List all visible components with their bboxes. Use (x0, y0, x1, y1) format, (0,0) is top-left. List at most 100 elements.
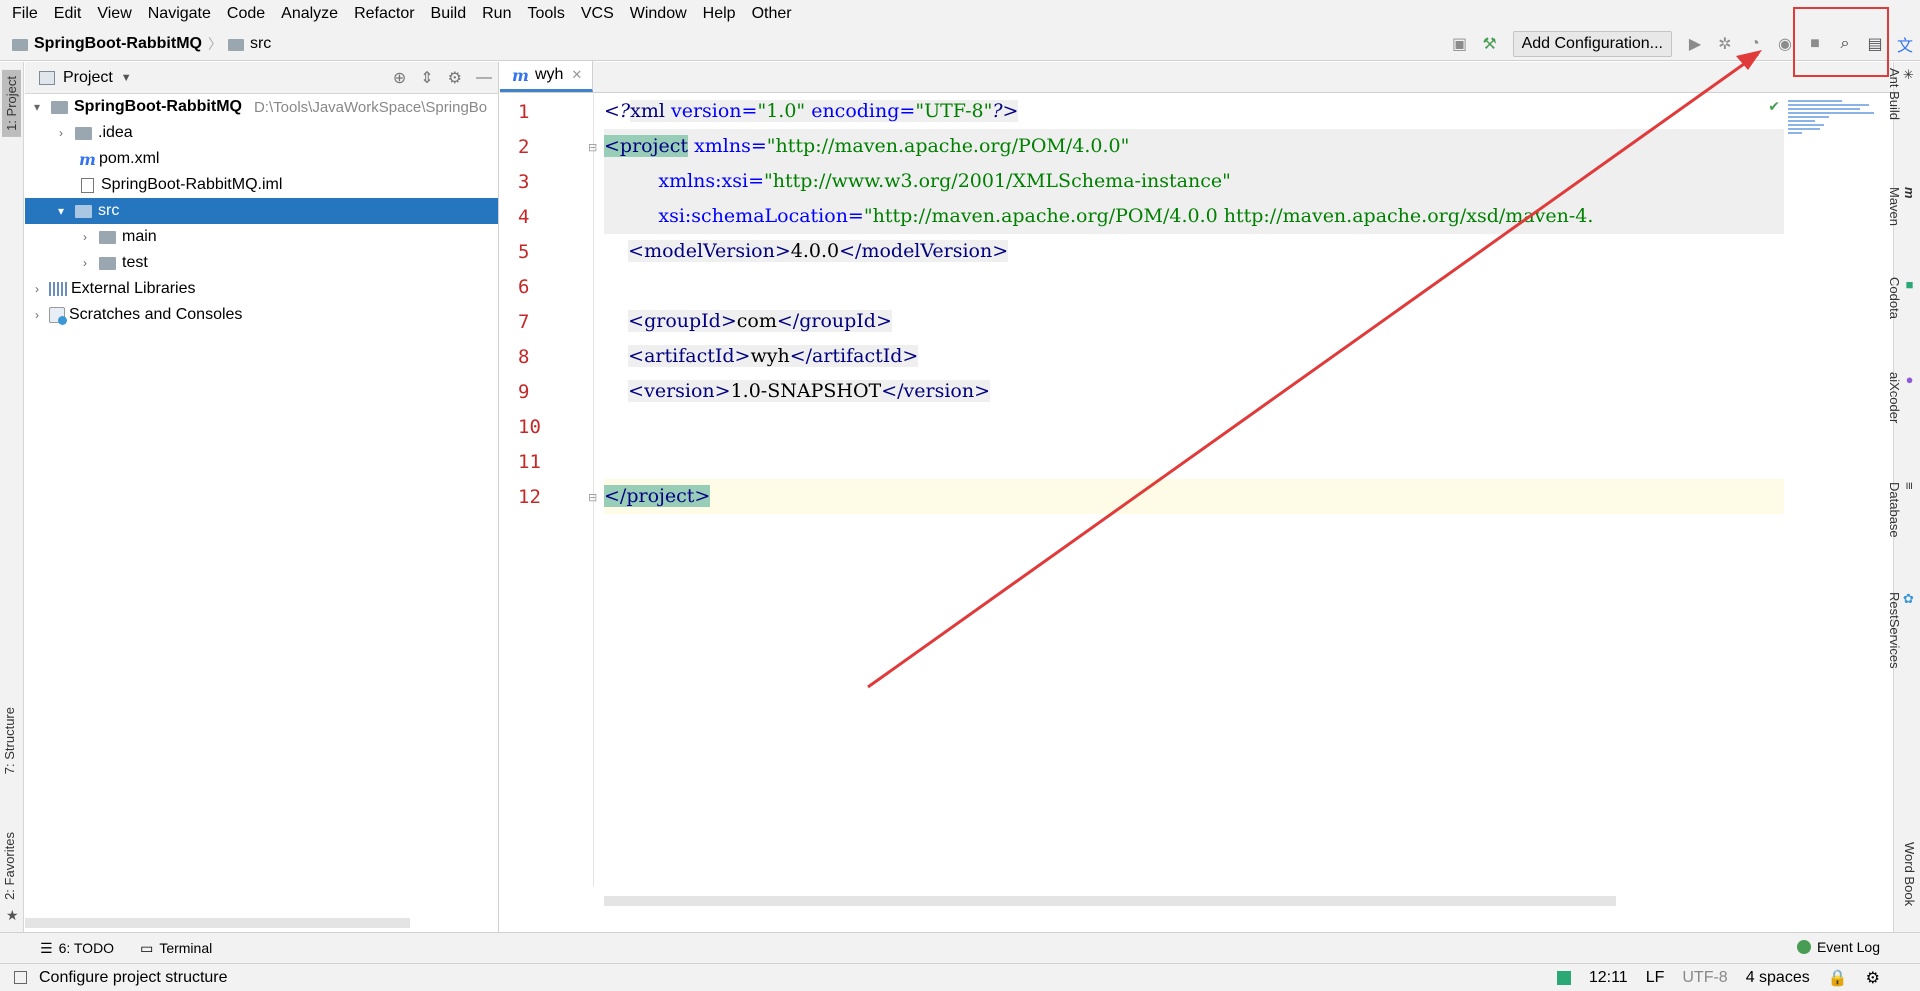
tree-item-scratches[interactable]: › Scratches and Consoles (25, 302, 498, 328)
tree-item-src[interactable]: ▾ src (25, 198, 498, 224)
menu-view[interactable]: View (89, 0, 139, 27)
codota-status-icon[interactable] (1556, 971, 1571, 985)
tab-codota[interactable]: ■ Codota (1887, 277, 1917, 319)
caret-position[interactable]: 12:11 (1589, 969, 1628, 987)
menu-code[interactable]: Code (219, 0, 273, 27)
menu-analyze[interactable]: Analyze (273, 0, 346, 27)
tree-item-label: External Libraries (71, 280, 196, 297)
translate-icon[interactable]: 文 (1890, 29, 1920, 59)
menu-help[interactable]: Help (695, 0, 744, 27)
tab-aixcoder[interactable]: ● aiXcoder (1887, 372, 1917, 423)
project-horizontal-scrollbar[interactable] (25, 918, 410, 928)
code-line-1: <?xml version="1.0" encoding="UTF-8"?> (604, 100, 1019, 122)
line-number: 8 (518, 346, 530, 368)
menu-refactor[interactable]: Refactor (346, 0, 422, 27)
menu-vcs[interactable]: VCS (573, 0, 622, 27)
line-number: 10 (518, 416, 541, 438)
tree-item-test[interactable]: › test (25, 250, 498, 276)
code-line-12: </project> (604, 479, 1784, 514)
menu-build[interactable]: Build (423, 0, 475, 27)
close-icon[interactable]: ✕ (571, 67, 582, 83)
menu-other[interactable]: Other (744, 0, 800, 27)
coverage-icon[interactable]: ◔ (1740, 29, 1770, 59)
tool-windows-toggle-icon[interactable] (14, 971, 27, 984)
line-separator[interactable]: LF (1646, 969, 1665, 987)
line-number: 11 (518, 451, 541, 473)
project-panel-title[interactable]: Project (63, 69, 113, 87)
run-icon[interactable]: ▶ (1680, 29, 1710, 59)
gear-icon[interactable]: ⚙ (448, 68, 462, 88)
chevron-right-icon[interactable]: › (29, 282, 45, 296)
chevron-right-icon[interactable]: › (77, 256, 93, 270)
event-log-tab[interactable]: Event Log (1796, 939, 1880, 955)
tree-item-label: .idea (98, 124, 133, 141)
add-configuration-button[interactable]: Add Configuration... (1512, 31, 1672, 57)
run-window-icon[interactable]: ▣ (1445, 29, 1475, 59)
maven-icon: m (1902, 187, 1917, 199)
menu-file[interactable]: File (4, 0, 46, 27)
folder-icon (99, 256, 116, 270)
line-number: 9 (518, 381, 530, 403)
fold-marker-icon[interactable]: ⊟ (588, 491, 597, 504)
breadcrumb-project[interactable]: SpringBoot-RabbitMQ (34, 35, 202, 53)
hide-icon[interactable]: — (476, 69, 492, 87)
tab-database[interactable]: ≡ Database (1887, 482, 1917, 538)
chevron-down-icon[interactable]: ▾ (29, 100, 45, 114)
tab-word-book[interactable]: Word Book (1902, 842, 1917, 906)
tool-window-bar: ☰ 6: TODO ▭ Terminal Event Log (0, 932, 1920, 963)
menu-window[interactable]: Window (622, 0, 695, 27)
status-bar: Configure project structure 12:11 LF UTF… (0, 963, 1920, 991)
editor-tab-label: wyh (534, 66, 564, 83)
todo-tab[interactable]: ☰ 6: TODO (40, 940, 114, 957)
tab-maven[interactable]: m Maven (1887, 187, 1917, 226)
tree-item-idea[interactable]: › .idea (25, 120, 498, 146)
chevron-right-icon[interactable]: › (77, 230, 93, 244)
indent-setting[interactable]: 4 spaces (1746, 969, 1810, 987)
git-icon[interactable]: ⚙ (1866, 968, 1880, 988)
terminal-tab[interactable]: ▭ Terminal (140, 940, 212, 957)
tree-item-external-libraries[interactable]: › External Libraries (25, 276, 498, 302)
debug-icon[interactable]: ✲ (1710, 29, 1740, 59)
chevron-down-icon[interactable]: ▼ (121, 72, 132, 84)
rest-services-icon: ✿ (1902, 592, 1917, 607)
scratches-icon (49, 307, 67, 325)
tab-project[interactable]: 1: Project (2, 70, 21, 137)
inspection-ok-icon[interactable]: ✔ (1768, 98, 1780, 115)
editor-tab-wyh[interactable]: m wyh ✕ (500, 61, 594, 92)
fold-marker-icon[interactable]: ⊟ (588, 141, 597, 154)
editor-minimap[interactable] (1788, 98, 1878, 148)
folder-icon (99, 230, 116, 244)
tab-ant-build[interactable]: ✳ Ant Build (1887, 68, 1917, 120)
code-line-7: <groupId>com</groupId> (628, 310, 892, 332)
chevron-right-icon[interactable]: › (29, 308, 45, 322)
tab-favorites[interactable]: 2: Favorites (2, 832, 17, 900)
tree-item-root[interactable]: ▾ SpringBoot-RabbitMQ D:\Tools\JavaWorkS… (25, 94, 498, 120)
locate-file-icon[interactable]: ⊕ (393, 68, 406, 88)
chevron-down-icon[interactable]: ▾ (53, 204, 69, 218)
chevron-right-icon[interactable]: › (53, 126, 69, 140)
tab-restservices[interactable]: ✿ RestServices (1887, 592, 1917, 669)
menu-edit[interactable]: Edit (46, 0, 90, 27)
code-line-8: <artifactId>wyh</artifactId> (628, 345, 919, 367)
maven-file-icon: m (79, 149, 96, 169)
lock-icon[interactable]: 🔒 (1828, 968, 1848, 988)
menu-run[interactable]: Run (474, 0, 519, 27)
tree-item-pom[interactable]: m pom.xml (25, 146, 498, 172)
file-encoding[interactable]: UTF-8 (1682, 969, 1727, 987)
breadcrumb-folder[interactable]: src (250, 35, 271, 53)
tab-structure[interactable]: 7: Structure (2, 707, 17, 774)
left-tool-strip: 1: Project 7: Structure 2: Favorites ★ (0, 62, 24, 932)
editor-horizontal-scrollbar[interactable] (604, 896, 1616, 906)
tree-item-main[interactable]: › main (25, 224, 498, 250)
menu-tools[interactable]: Tools (519, 0, 572, 27)
editor-tabs: m wyh ✕ (500, 61, 1892, 93)
database-icon: ≡ (1902, 482, 1917, 490)
star-icon: ★ (6, 907, 19, 923)
menu-navigate[interactable]: Navigate (140, 0, 219, 27)
tree-item-iml[interactable]: SpringBoot-RabbitMQ.iml (25, 172, 498, 198)
build-hammer-icon[interactable]: ⚒ (1475, 29, 1505, 59)
tree-item-label: pom.xml (99, 150, 160, 167)
collapse-all-icon[interactable]: ⇕ (420, 68, 433, 88)
aixcoder-icon: ● (1902, 372, 1917, 387)
